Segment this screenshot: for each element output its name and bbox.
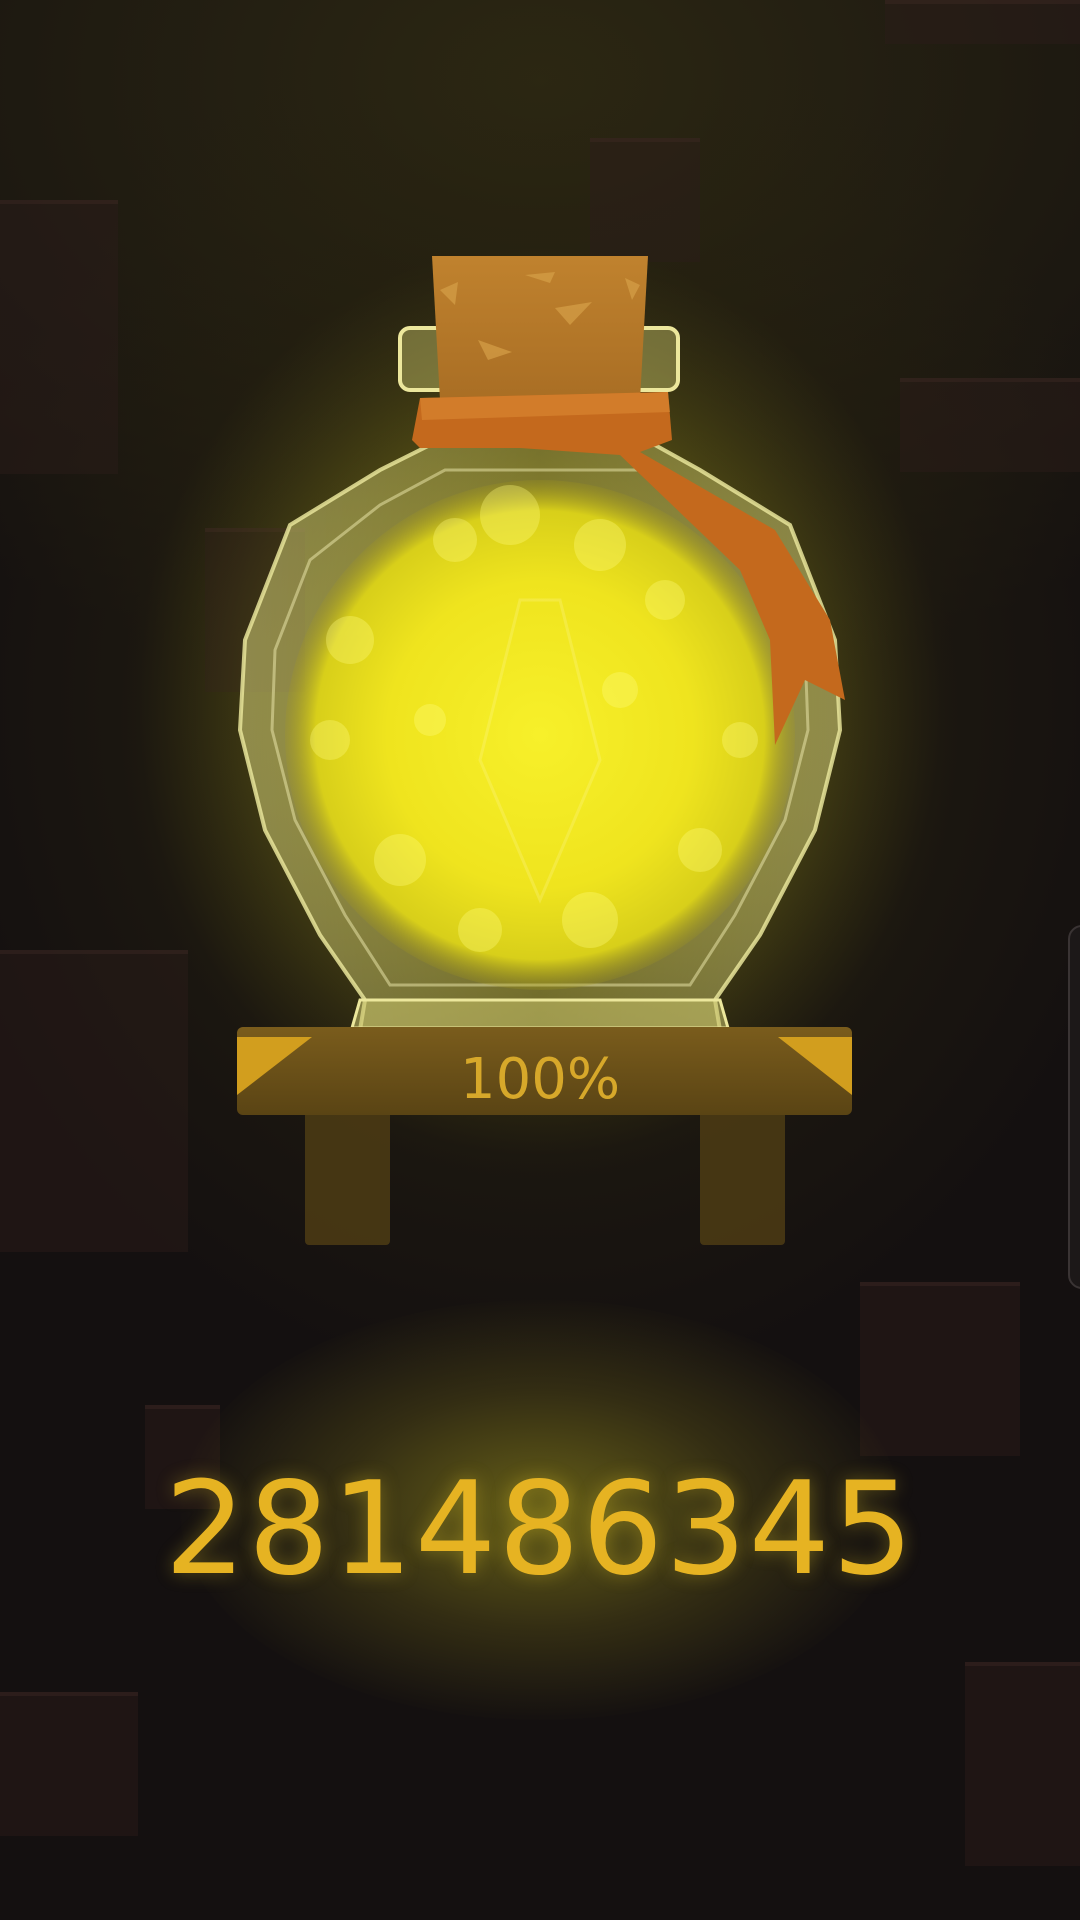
jar-liquid (285, 480, 795, 990)
shelf-leg-right (700, 1110, 785, 1245)
jar-base (350, 998, 730, 1030)
fill-percent-label: 100% (459, 1047, 621, 1112)
shelf-leg-left (305, 1110, 390, 1245)
side-panel-handle-icon[interactable] (1068, 925, 1080, 1289)
score-counter: 281486345 (164, 1455, 916, 1604)
potion-jar-icon[interactable] (0, 0, 1080, 1920)
game-scene: 100% 281486345 (0, 0, 1080, 1920)
